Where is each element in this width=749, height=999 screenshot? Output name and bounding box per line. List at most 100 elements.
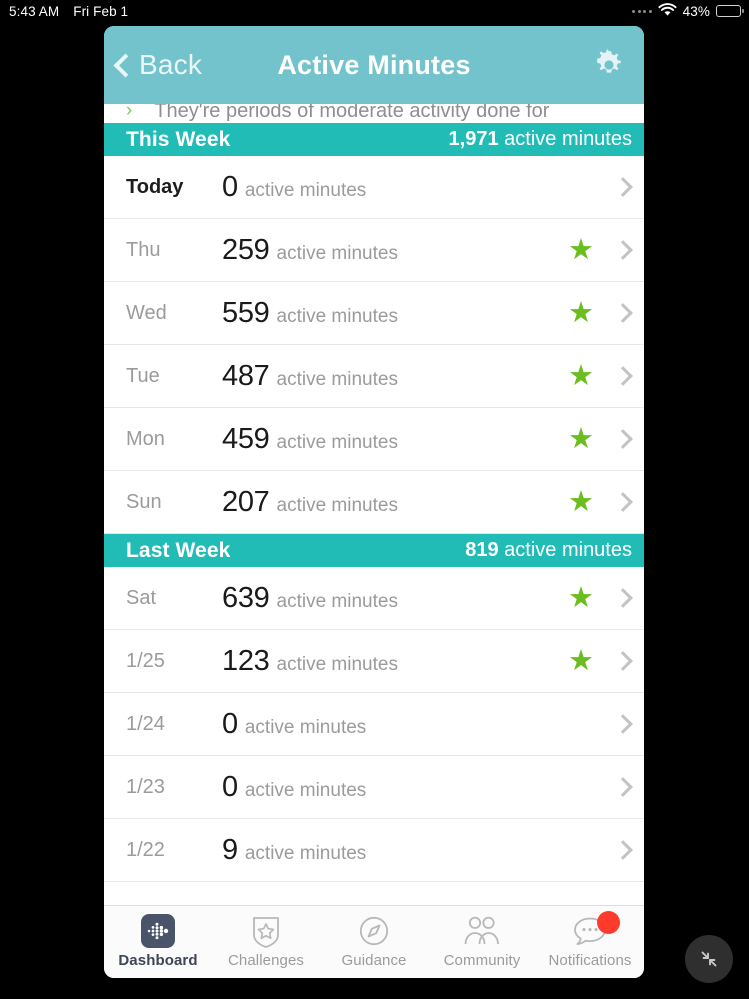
row-chevron[interactable]	[604, 306, 630, 320]
row-day-label: 1/23	[126, 776, 222, 799]
row-value-number: 259	[222, 234, 270, 267]
row-day-label: Mon	[126, 428, 222, 451]
chevron-right-icon	[613, 429, 633, 449]
row-value-unit: active minutes	[245, 843, 366, 865]
row-star-slot: ★	[566, 236, 596, 265]
status-bar-time: 5:43 AM	[9, 4, 59, 19]
row-day-label: 1/24	[126, 713, 222, 736]
minimize-button[interactable]	[685, 935, 733, 983]
row-day-label: Tue	[126, 365, 222, 388]
star-icon: ★	[568, 647, 594, 676]
row-value-unit: active minutes	[277, 654, 398, 676]
tab-dashboard[interactable]: Dashboard	[104, 912, 212, 969]
table-row[interactable]: 1/23 0 active minutes	[104, 756, 644, 819]
signal-dots-icon	[632, 10, 652, 13]
section-label: Last Week	[126, 539, 230, 563]
tab-guidance[interactable]: Guidance	[320, 912, 428, 969]
chevron-right-icon	[613, 651, 633, 671]
row-value: 639 active minutes	[222, 582, 566, 615]
row-value-number: 459	[222, 423, 270, 456]
chevron-right-icon	[613, 840, 633, 860]
table-row[interactable]: 1/25 123 active minutes ★	[104, 630, 644, 693]
chevron-right-icon	[613, 303, 633, 323]
row-value: 0 active minutes	[222, 771, 566, 804]
row-day-label: Sat	[126, 587, 222, 610]
row-star-slot: ★	[566, 362, 596, 391]
nav-bar: Back Active Minutes	[104, 26, 644, 104]
row-chevron[interactable]	[604, 843, 630, 857]
row-chevron[interactable]	[604, 432, 630, 446]
section-header-last-week: Last Week 819 active minutes	[104, 534, 644, 567]
row-chevron[interactable]	[604, 591, 630, 605]
star-icon: ★	[568, 488, 594, 517]
table-row[interactable]: Tue 487 active minutes ★	[104, 345, 644, 408]
row-value: 487 active minutes	[222, 360, 566, 393]
tab-label: Dashboard	[118, 952, 197, 969]
row-day-label: 1/22	[126, 839, 222, 862]
scroll-content[interactable]: › They're periods of moderate activity d…	[104, 104, 644, 905]
settings-button[interactable]	[592, 48, 626, 82]
row-star-slot: ★	[566, 299, 596, 328]
table-row[interactable]: Sat 639 active minutes ★	[104, 567, 644, 630]
row-chevron[interactable]	[604, 369, 630, 383]
row-value: 0 active minutes	[222, 171, 566, 204]
table-row[interactable]: Wed 559 active minutes ★	[104, 282, 644, 345]
star-icon: ★	[568, 584, 594, 613]
row-value-unit: active minutes	[245, 780, 366, 802]
section-total: 1,971 active minutes	[449, 128, 632, 151]
row-chevron[interactable]	[604, 654, 630, 668]
row-value-unit: active minutes	[277, 432, 398, 454]
row-value-number: 639	[222, 582, 270, 615]
row-value-number: 0	[222, 171, 238, 204]
row-star-slot: ★	[566, 488, 596, 517]
tab-label: Challenges	[228, 952, 304, 969]
row-value: 259 active minutes	[222, 234, 566, 267]
table-row[interactable]: Thu 259 active minutes ★	[104, 219, 644, 282]
row-chevron[interactable]	[604, 780, 630, 794]
tab-community[interactable]: Community	[428, 912, 536, 969]
app-panel: Back Active Minutes › They're periods of…	[104, 26, 644, 978]
row-value: 207 active minutes	[222, 486, 566, 519]
row-value-number: 207	[222, 486, 270, 519]
row-value-unit: active minutes	[245, 717, 366, 739]
back-button-label: Back	[139, 49, 202, 81]
row-day-label: 1/25	[126, 650, 222, 673]
status-bar-date: Fri Feb 1	[73, 4, 128, 19]
chevron-right-icon	[613, 777, 633, 797]
chevron-left-icon	[113, 53, 137, 77]
tab-notifications[interactable]: Notifications	[536, 912, 644, 969]
row-chevron[interactable]	[604, 717, 630, 731]
table-row[interactable]: 1/24 0 active minutes	[104, 693, 644, 756]
status-bar-indicators: 43%	[632, 3, 741, 20]
table-row[interactable]: Mon 459 active minutes ★	[104, 408, 644, 471]
row-chevron[interactable]	[604, 495, 630, 509]
row-chevron[interactable]	[604, 180, 630, 194]
row-value-number: 0	[222, 771, 238, 804]
chevron-right-icon	[613, 714, 633, 734]
row-value-number: 0	[222, 708, 238, 741]
back-button[interactable]: Back	[117, 49, 202, 81]
section-total-unit: active minutes	[504, 128, 632, 150]
table-row[interactable]: Today 0 active minutes	[104, 156, 644, 219]
battery-percent-label: 43%	[683, 4, 710, 19]
wifi-icon	[658, 3, 677, 20]
section-header-this-week: This Week 1,971 active minutes	[104, 123, 644, 156]
row-chevron[interactable]	[604, 243, 630, 257]
table-row[interactable]: 1/22 9 active minutes	[104, 819, 644, 882]
tab-label: Guidance	[341, 952, 406, 969]
star-icon: ★	[568, 362, 594, 391]
row-value-unit: active minutes	[277, 591, 398, 613]
row-star-slot: ★	[566, 425, 596, 454]
row-day-label: Wed	[126, 302, 222, 325]
row-star-slot: ★	[566, 584, 596, 613]
people-icon	[462, 912, 502, 949]
tab-challenges[interactable]: Challenges	[212, 912, 320, 969]
info-note-text: They're periods of moderate activity don…	[154, 104, 549, 123]
tab-label: Community	[444, 952, 521, 969]
row-value-unit: active minutes	[277, 243, 398, 265]
chevron-right-icon	[613, 366, 633, 386]
tab-label: Notifications	[548, 952, 631, 969]
row-value-number: 123	[222, 645, 270, 678]
table-row[interactable]: Sun 207 active minutes ★	[104, 471, 644, 534]
row-value-unit: active minutes	[277, 495, 398, 517]
